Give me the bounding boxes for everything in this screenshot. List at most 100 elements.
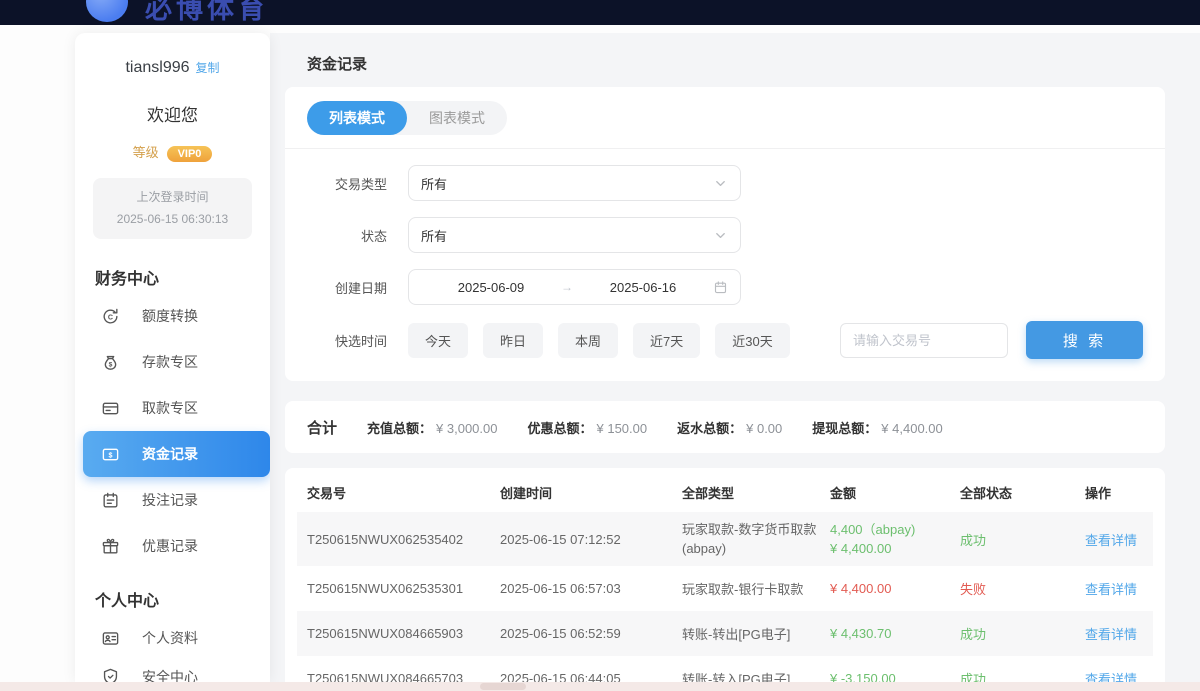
view-mode-tabs: 列表模式 图表模式 xyxy=(307,101,507,135)
table-row: T250615NWUX062535402 2025-06-15 07:12:52… xyxy=(297,512,1153,566)
type-select[interactable]: 所有 xyxy=(408,165,741,201)
copy-username-button[interactable]: 复制 xyxy=(196,61,220,75)
chevron-down-icon xyxy=(713,228,728,243)
sidebar-item-label: 安全中心 xyxy=(142,667,198,682)
cell-amount: ¥ 4,400.00 xyxy=(830,581,960,596)
scrollbar-thumb[interactable] xyxy=(480,683,526,690)
cell-transaction-id: T250615NWUX062535402 xyxy=(307,532,500,547)
deposit-icon: $ xyxy=(101,353,120,372)
sidebar-item-deposit[interactable]: $ 存款专区 xyxy=(75,339,270,385)
sidebar-item-label: 存款专区 xyxy=(142,352,198,372)
last-login-label: 上次登录时间 xyxy=(99,187,246,209)
sidebar-item-security[interactable]: 安全中心 xyxy=(75,661,270,682)
summary-label: 优惠总额： xyxy=(527,421,592,436)
horizontal-scrollbar[interactable] xyxy=(0,682,1200,691)
cell-status: 失败 xyxy=(960,579,1085,598)
quick-btn-today[interactable]: 今天 xyxy=(408,323,468,358)
summary-value: ¥ 4,400.00 xyxy=(881,421,942,436)
app-root: 必博体育 tiansl996 复制 欢迎您 等级VIP0 上次登录时间 2025-… xyxy=(0,0,1200,691)
summary-card: 合计 充值总额：¥ 3,000.00 优惠总额：¥ 150.00 返水总额：¥ … xyxy=(285,401,1165,453)
col-action: 操作 xyxy=(1085,483,1143,502)
quick-btn-last-7-days[interactable]: 近7天 xyxy=(633,323,700,358)
col-transaction-id: 交易号 xyxy=(307,483,500,502)
level-row: 等级VIP0 xyxy=(75,142,270,162)
cell-transaction-id: T250615NWUX084665703 xyxy=(307,671,500,682)
quick-btn-yesterday[interactable]: 昨日 xyxy=(483,323,543,358)
view-details-link[interactable]: 查看详情 xyxy=(1085,530,1143,549)
username-row: tiansl996 复制 xyxy=(75,59,270,77)
cell-amount: ¥ 4,430.70 xyxy=(830,626,960,641)
cell-created-time: 2025-06-15 06:52:59 xyxy=(500,626,682,641)
date-range-picker[interactable]: 2025-06-09 → 2025-06-16 xyxy=(408,269,741,305)
filter-row-quick: 快选时间 今天 昨日 本周 近7天 近30天 搜 索 xyxy=(307,321,1143,359)
section-title-personal: 个人中心 xyxy=(95,587,270,611)
cell-created-time: 2025-06-15 07:12:52 xyxy=(500,532,682,547)
tabs-divider xyxy=(285,148,1165,149)
col-type: 全部类型 xyxy=(682,483,830,502)
type-select-value: 所有 xyxy=(421,174,447,193)
sidebar-item-bet-records[interactable]: 投注记录 xyxy=(75,477,270,523)
date-from-value[interactable]: 2025-06-09 xyxy=(421,280,561,295)
tab-list-mode[interactable]: 列表模式 xyxy=(307,101,407,135)
sidebar-item-withdraw[interactable]: 取款专区 xyxy=(75,385,270,431)
summary-bonus-total: 优惠总额： ¥ 150.00 xyxy=(527,418,647,437)
filter-row-type: 交易类型 所有 xyxy=(307,165,1143,201)
main-content: 资金记录 列表模式 图表模式 交易类型 所有 状态 xyxy=(270,33,1200,682)
profile-icon xyxy=(101,629,120,648)
quick-btn-last-30-days[interactable]: 近30天 xyxy=(715,323,789,358)
transfer-icon: C xyxy=(101,307,120,326)
date-range-arrow-icon: → xyxy=(561,280,573,294)
summary-title: 合计 xyxy=(307,417,337,438)
security-icon xyxy=(101,667,120,682)
date-to-value[interactable]: 2025-06-16 xyxy=(573,280,713,295)
sidebar-item-profile[interactable]: 个人资料 xyxy=(75,615,270,661)
welcome-text: 欢迎您 xyxy=(75,101,270,126)
gift-icon xyxy=(101,537,120,556)
transaction-search-input[interactable] xyxy=(840,323,1008,358)
date-filter-label: 创建日期 xyxy=(307,278,387,297)
filter-card: 列表模式 图表模式 交易类型 所有 状态 所有 xyxy=(285,87,1165,381)
cell-transaction-id: T250615NWUX062535301 xyxy=(307,581,500,596)
type-filter-label: 交易类型 xyxy=(307,174,387,193)
tab-chart-mode[interactable]: 图表模式 xyxy=(407,101,507,135)
summary-deposit-total: 充值总额：¥ 3,000.00 xyxy=(367,418,497,437)
sidebar-item-label: 资金记录 xyxy=(142,444,198,464)
top-navbar: 必博体育 xyxy=(0,0,1200,25)
last-login-time: 2025-06-15 06:30:13 xyxy=(99,209,246,231)
status-select-value: 所有 xyxy=(421,226,447,245)
level-label: 等级 xyxy=(133,145,159,160)
sidebar-item-promo-records[interactable]: 优惠记录 xyxy=(75,523,270,569)
col-amount: 金额 xyxy=(830,483,960,502)
search-button[interactable]: 搜 索 xyxy=(1026,321,1143,359)
chevron-down-icon xyxy=(713,176,728,191)
section-title-finance: 财务中心 xyxy=(95,265,270,289)
status-select[interactable]: 所有 xyxy=(408,217,741,253)
cell-type: 转账-转入[PG电子] xyxy=(682,669,830,682)
bets-icon xyxy=(101,491,120,510)
quick-time-label: 快选时间 xyxy=(307,331,387,350)
calendar-icon xyxy=(713,280,728,295)
cell-created-time: 2025-06-15 06:57:03 xyxy=(500,581,682,596)
cell-type: 玩家取款-数字货币取款(abpay) xyxy=(682,520,830,559)
view-details-link[interactable]: 查看详情 xyxy=(1085,669,1143,682)
svg-text:$: $ xyxy=(109,361,113,368)
cell-transaction-id: T250615NWUX084665903 xyxy=(307,626,500,641)
username: tiansl996 xyxy=(125,59,189,76)
brand-title[interactable]: 必博体育 xyxy=(145,0,269,25)
sidebar-item-label: 优惠记录 xyxy=(142,536,198,556)
summary-value: ¥ 150.00 xyxy=(597,421,648,436)
view-details-link[interactable]: 查看详情 xyxy=(1085,624,1143,643)
sidebar-item-fund-records[interactable]: $ 资金记录 xyxy=(83,431,270,477)
brand-logo-icon[interactable] xyxy=(86,0,128,22)
quick-btn-this-week[interactable]: 本周 xyxy=(558,323,618,358)
summary-label: 充值总额： xyxy=(367,421,432,436)
sidebar-item-quota-transfer[interactable]: C 额度转换 xyxy=(75,293,270,339)
sidebar-item-label: 取款专区 xyxy=(142,398,198,418)
cell-created-time: 2025-06-15 06:44:05 xyxy=(500,671,682,682)
cell-type: 转账-转出[PG电子] xyxy=(682,624,830,643)
cell-amount: 4,400（abpay)¥ 4,400.00 xyxy=(830,520,960,559)
sidebar-item-label: 额度转换 xyxy=(142,306,198,326)
table-row: T250615NWUX084665903 2025-06-15 06:52:59… xyxy=(297,611,1153,656)
view-details-link[interactable]: 查看详情 xyxy=(1085,579,1143,598)
svg-text:$: $ xyxy=(109,451,113,459)
